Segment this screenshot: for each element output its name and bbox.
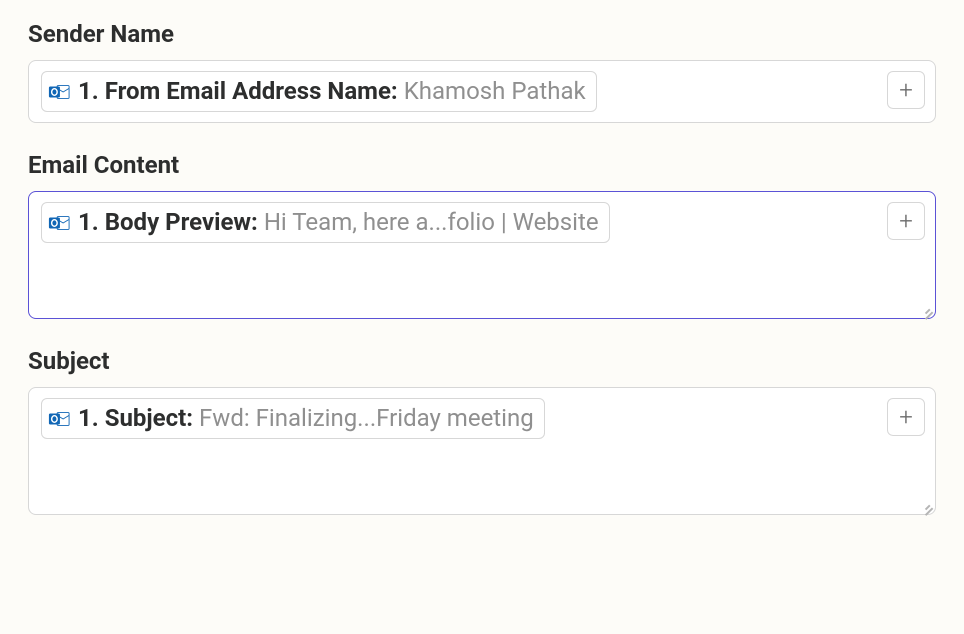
outlook-icon: [48, 408, 70, 430]
pill-label: 1. Subject:: [78, 403, 193, 434]
resize-handle-icon: [919, 498, 933, 512]
pill-subject[interactable]: 1. Subject: Fwd: Finalizing...Friday mee…: [41, 398, 545, 439]
pill-label: 1. From Email Address Name:: [78, 76, 398, 107]
field-input-sender-name[interactable]: 1. From Email Address Name: Khamosh Path…: [28, 60, 936, 123]
pill-label: 1. Body Preview:: [78, 207, 258, 238]
field-group-sender-name: Sender Name 1. From Email Address Name: …: [28, 20, 936, 123]
pill-value: Khamosh Pathak: [404, 76, 586, 107]
field-group-email-content: Email Content 1. Body Preview: Hi Team, …: [28, 151, 936, 319]
pill-sender-name[interactable]: 1. From Email Address Name: Khamosh Path…: [41, 71, 597, 112]
add-field-button[interactable]: +: [887, 202, 925, 240]
add-field-button[interactable]: +: [887, 398, 925, 436]
plus-icon: +: [899, 209, 913, 233]
plus-icon: +: [899, 78, 913, 102]
field-input-email-content[interactable]: 1. Body Preview: Hi Team, here a...folio…: [28, 191, 936, 319]
field-label-sender-name: Sender Name: [28, 20, 936, 48]
field-group-subject: Subject 1. Subject: Fwd: Finalizing...Fr…: [28, 347, 936, 515]
add-field-button[interactable]: +: [887, 71, 925, 109]
outlook-icon: [48, 212, 70, 234]
field-label-subject: Subject: [28, 347, 936, 375]
outlook-icon: [48, 81, 70, 103]
resize-handle-icon: [919, 302, 933, 316]
field-label-email-content: Email Content: [28, 151, 936, 179]
plus-icon: +: [899, 405, 913, 429]
pill-value: Fwd: Finalizing...Friday meeting: [199, 403, 534, 434]
pill-value: Hi Team, here a...folio | Website: [264, 207, 599, 238]
field-input-subject[interactable]: 1. Subject: Fwd: Finalizing...Friday mee…: [28, 387, 936, 515]
pill-email-content[interactable]: 1. Body Preview: Hi Team, here a...folio…: [41, 202, 610, 243]
